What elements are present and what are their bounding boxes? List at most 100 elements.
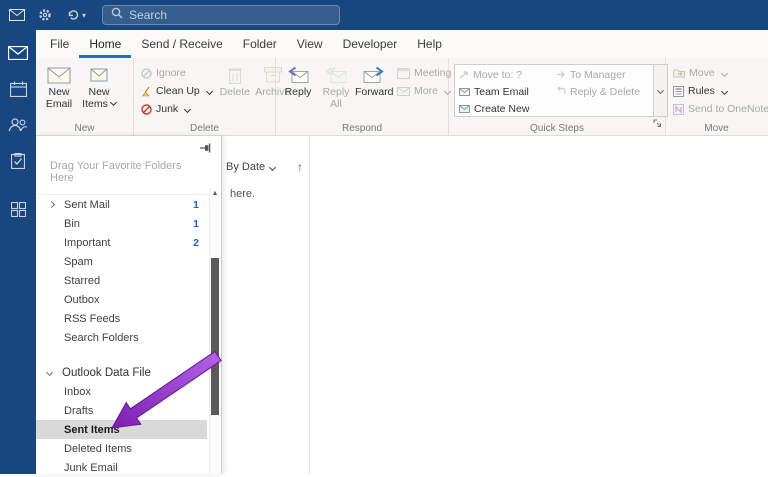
folder-row-inbox[interactable]: Inbox [36, 382, 207, 401]
trash-icon [227, 64, 243, 86]
outlook-logo-icon [6, 4, 28, 26]
folder-row-junk-email[interactable]: Junk Email [36, 458, 207, 477]
move-button[interactable]: Move [669, 64, 768, 82]
forward-icon [363, 64, 385, 86]
folder-label: Bin [64, 218, 80, 230]
ribbon-group-quick-steps: Move to: ? Team Email Create New To Mana… [449, 58, 666, 135]
folder-row-outbox[interactable]: Outbox [36, 290, 207, 309]
undo-icon[interactable] [62, 4, 84, 26]
chevron-down-icon [721, 87, 728, 94]
ribbon-group-move: Move Rules Send to OneNote Move [666, 58, 767, 135]
folder-label: Sent Mail [64, 199, 110, 211]
tasks-nav-icon[interactable] [5, 148, 31, 174]
quick-step-move-to[interactable]: Move to: ? [457, 66, 554, 83]
folder-row-account-root[interactable]: Outlook Data File [36, 363, 207, 382]
folder-row-deleted-items[interactable]: Deleted Items [36, 439, 207, 458]
tab-folder[interactable]: Folder [233, 30, 287, 58]
chevron-down-icon[interactable] [269, 163, 276, 170]
folder-row-bin[interactable]: Bin 1 [36, 214, 207, 233]
send-to-onenote-button[interactable]: Send to OneNote [669, 100, 768, 118]
folder-label: Outbox [64, 294, 99, 306]
group-label-new: New [36, 123, 133, 134]
tab-send-receive[interactable]: Send / Receive [131, 30, 232, 58]
folder-row-drafts[interactable]: Drafts [36, 401, 207, 420]
tab-file[interactable]: File [40, 30, 79, 58]
pin-folder-pane-icon[interactable] [199, 140, 213, 158]
folder-label: Important [64, 237, 110, 249]
calendar-nav-icon[interactable] [5, 76, 31, 102]
folder-label: Starred [64, 275, 100, 287]
folder-label: Drafts [64, 405, 93, 417]
junk-button[interactable]: Junk [137, 100, 216, 118]
tab-help[interactable]: Help [407, 30, 452, 58]
chevron-down-icon [184, 105, 191, 112]
delete-button[interactable]: Delete [216, 60, 254, 121]
chevron-down-icon [206, 87, 213, 94]
ribbon-group-new: New Email New Items New [36, 58, 134, 135]
folder-pane: Drag Your Favorite Folders Here Sent Mai… [36, 136, 222, 474]
tab-view[interactable]: View [287, 30, 333, 58]
reply-button[interactable]: Reply [279, 60, 317, 121]
group-label-move: Move [666, 123, 767, 134]
ignore-button[interactable]: Ignore [137, 64, 216, 82]
folder-label: Inbox [64, 386, 91, 398]
rules-button[interactable]: Rules [669, 82, 768, 100]
search-input[interactable] [129, 8, 331, 22]
folder-label: Spam [64, 256, 93, 268]
folder-label: Deleted Items [64, 443, 132, 455]
scrollbar-thumb[interactable] [211, 258, 219, 415]
forward-button[interactable]: Forward [355, 60, 393, 121]
settings-gear-icon[interactable] [34, 4, 56, 26]
folder-row-rss-feeds[interactable]: RSS Feeds [36, 309, 207, 328]
new-email-icon [47, 64, 71, 86]
folder-pane-scrollbar[interactable]: ▲ [209, 188, 220, 474]
undo-dropdown-chevron-icon[interactable]: ▾ [82, 11, 86, 20]
message-list: By Date ↑ here. [222, 136, 310, 474]
expand-chevron-icon[interactable] [48, 201, 55, 208]
tab-developer[interactable]: Developer [333, 30, 408, 58]
tab-home[interactable]: Home [79, 30, 131, 58]
chevron-down-icon [110, 99, 117, 106]
folder-row-sent-mail[interactable]: Sent Mail 1 [36, 195, 207, 214]
scroll-up-icon[interactable]: ▲ [210, 188, 220, 200]
search-icon [111, 6, 123, 24]
new-items-button[interactable]: New Items [79, 60, 119, 121]
mail-nav-icon[interactable] [5, 40, 31, 66]
titlebar: ▾ [0, 0, 768, 30]
ribbon: New Email New Items New Ignore Clean Up … [36, 58, 768, 136]
quick-steps-gallery: Move to: ? Team Email Create New To Mana… [454, 64, 654, 117]
reply-all-button[interactable]: Reply All [317, 60, 355, 121]
group-label-quick-steps: Quick Steps [449, 123, 665, 134]
folder-row-search-folders[interactable]: Search Folders [36, 328, 207, 347]
folder-row-starred[interactable]: Starred [36, 271, 207, 290]
more-respond-button[interactable]: More [393, 82, 455, 100]
group-label-respond: Respond [276, 123, 448, 134]
folder-row-spam[interactable]: Spam [36, 252, 207, 271]
sort-ascending-icon[interactable]: ↑ [297, 160, 303, 174]
quick-step-create-new[interactable]: Create New [457, 100, 554, 117]
sort-by-date-button[interactable]: By Date [226, 161, 265, 173]
favorites-hint: Drag Your Favorite Folders Here [36, 154, 221, 195]
folder-label: Search Folders [64, 332, 139, 344]
folder-label: RSS Feeds [64, 313, 120, 325]
empty-list-text: here. [222, 174, 309, 200]
folder-row-important[interactable]: Important 2 [36, 233, 207, 252]
folder-row-sent-items[interactable]: Sent Items [36, 420, 207, 439]
clean-up-button[interactable]: Clean Up [137, 82, 216, 100]
search-box[interactable] [102, 5, 340, 25]
folder-label: Sent Items [64, 424, 120, 436]
chevron-down-icon [721, 69, 728, 76]
new-items-icon [90, 64, 108, 86]
people-nav-icon[interactable] [5, 112, 31, 138]
meeting-button[interactable]: Meeting [393, 64, 455, 82]
unread-count: 1 [193, 199, 199, 211]
quick-step-to-manager[interactable]: To Manager [554, 66, 651, 83]
chevron-down-icon [657, 87, 664, 94]
more-apps-icon[interactable] [5, 196, 31, 222]
new-email-button[interactable]: New Email [39, 60, 79, 121]
collapse-chevron-icon[interactable] [46, 369, 53, 376]
quick-step-reply-delete[interactable]: Reply & Delete [554, 83, 651, 100]
ribbon-group-delete: Ignore Clean Up Junk Delete Archive Dele… [134, 58, 276, 135]
quick-step-team-email[interactable]: Team Email [457, 83, 554, 100]
ribbon-group-respond: Reply Reply All Forward Meeting More Res… [276, 58, 449, 135]
